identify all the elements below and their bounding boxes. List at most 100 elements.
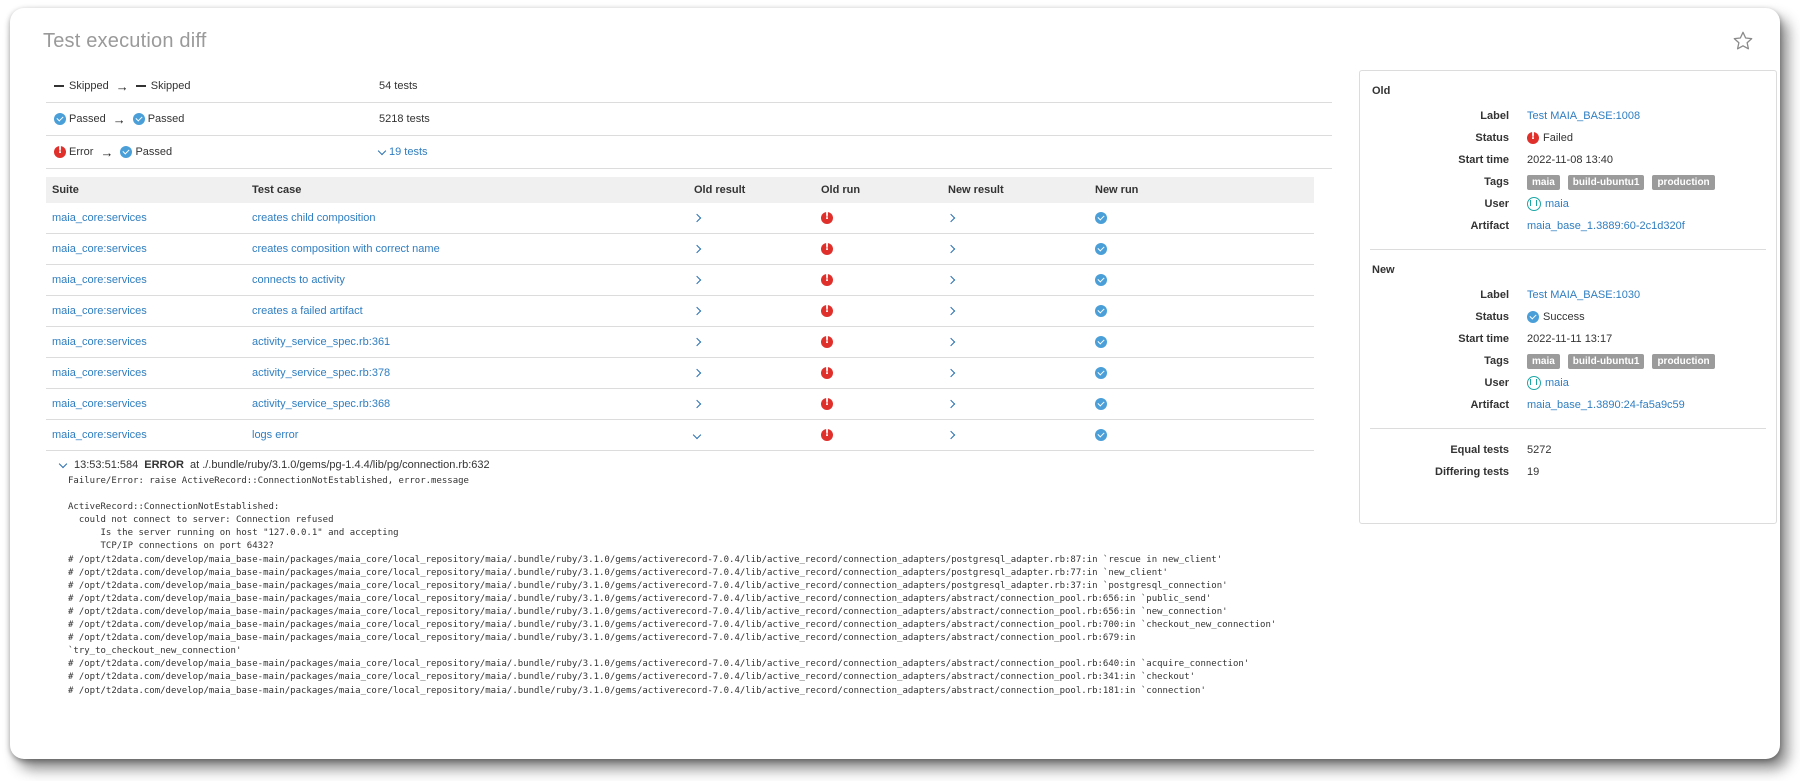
favorite-star-icon[interactable] xyxy=(1732,30,1754,52)
old-section-title: Old xyxy=(1372,85,1391,97)
log-header[interactable]: 13:53:51:584 ERROR at ./.bundle/ruby/3.1… xyxy=(58,457,1332,473)
col-test-case: Test case xyxy=(246,177,688,203)
new-artifact-link[interactable]: maia_base_1.3890:24-fa5a9c59 xyxy=(1527,399,1685,411)
transition: Passed → Passed xyxy=(54,112,184,127)
test-case-link[interactable]: creates a failed artifact xyxy=(252,305,363,317)
test-case-link[interactable]: activity_service_spec.rb:361 xyxy=(252,336,390,348)
passed-icon[interactable] xyxy=(1095,212,1107,225)
error-icon xyxy=(1527,131,1539,144)
test-case-link[interactable]: activity_service_spec.rb:378 xyxy=(252,367,390,379)
from-status: Error xyxy=(69,146,94,158)
expand-tests-link[interactable]: 19 tests xyxy=(377,146,428,158)
chevron-right-icon[interactable] xyxy=(692,244,702,254)
divider xyxy=(1370,249,1766,250)
col-new-result: New result xyxy=(942,177,1089,203)
test-case-link[interactable]: creates child composition xyxy=(252,212,376,224)
error-icon[interactable] xyxy=(821,242,833,256)
error-icon[interactable] xyxy=(821,397,833,411)
tags-key: Tags xyxy=(1484,355,1509,367)
arrow-right-icon: → xyxy=(112,111,126,127)
test-count: 19 tests xyxy=(389,146,428,158)
passed-icon xyxy=(54,113,66,125)
chevron-right-icon[interactable] xyxy=(946,306,956,316)
arrow-right-icon: → xyxy=(115,78,129,94)
tag-badge: build-ubuntu1 xyxy=(1567,353,1645,369)
suite-link[interactable]: maia_core:services xyxy=(52,274,147,286)
new-user-link[interactable]: maia xyxy=(1545,377,1569,389)
passed-icon xyxy=(120,146,133,158)
suite-link[interactable]: maia_core:services xyxy=(52,305,147,317)
error-icon[interactable] xyxy=(821,304,833,318)
chevron-right-icon[interactable] xyxy=(692,337,702,347)
log-time: 13:53:51:584 xyxy=(74,459,139,471)
suite-link[interactable]: maia_core:services xyxy=(52,367,147,379)
user-avatar-icon xyxy=(1527,376,1541,390)
old-artifact-link[interactable]: maia_base_1.3889:60-2c1d320f xyxy=(1527,220,1685,232)
error-icon[interactable] xyxy=(821,428,833,442)
col-old-run: Old run xyxy=(815,177,942,203)
col-suite: Suite xyxy=(46,177,246,203)
chevron-right-icon[interactable] xyxy=(692,399,702,409)
test-count: 54 tests xyxy=(379,80,418,92)
new-status-value: Success xyxy=(1543,311,1585,323)
chevron-right-icon[interactable] xyxy=(692,368,702,378)
test-case-link[interactable]: logs error xyxy=(252,429,298,441)
passed-icon[interactable] xyxy=(1095,243,1107,256)
page-title: Test execution diff xyxy=(43,30,207,52)
error-icon xyxy=(54,145,66,158)
passed-icon[interactable] xyxy=(1095,274,1107,287)
chevron-right-icon[interactable] xyxy=(692,275,702,285)
chevron-right-icon[interactable] xyxy=(946,275,956,285)
chevron-right-icon[interactable] xyxy=(946,399,956,409)
passed-icon[interactable] xyxy=(1095,305,1107,318)
old-label-link[interactable]: Test MAIA_BASE:1008 xyxy=(1527,110,1640,122)
log-location: at ./.bundle/ruby/3.1.0/gems/pg-1.4.4/li… xyxy=(189,459,490,471)
status-key: Status xyxy=(1475,311,1509,323)
artifact-key: Artifact xyxy=(1470,220,1509,232)
chevron-right-icon[interactable] xyxy=(946,213,956,223)
user-avatar-icon xyxy=(1527,197,1541,211)
chevron-down-icon[interactable] xyxy=(58,459,68,468)
suite-link[interactable]: maia_core:services xyxy=(52,398,147,410)
error-icon[interactable] xyxy=(821,273,833,287)
error-icon[interactable] xyxy=(821,366,833,380)
to-status: Passed xyxy=(135,146,173,158)
chevron-right-icon[interactable] xyxy=(692,306,702,316)
tag-badge: maia xyxy=(1527,174,1560,190)
equal-tests-value: 5272 xyxy=(1527,444,1552,456)
chevron-down-icon[interactable] xyxy=(692,430,702,440)
chevron-right-icon[interactable] xyxy=(946,337,956,347)
log-body: Failure/Error: raise ActiveRecord::Conne… xyxy=(68,476,1277,696)
artifact-key: Artifact xyxy=(1470,399,1509,411)
error-icon[interactable] xyxy=(821,335,833,349)
chevron-right-icon[interactable] xyxy=(946,368,956,378)
suite-link[interactable]: maia_core:services xyxy=(52,429,147,441)
label-key: Label xyxy=(1480,289,1509,301)
chevron-down-icon xyxy=(377,146,387,155)
chevron-right-icon[interactable] xyxy=(946,244,956,254)
equal-tests-key: Equal tests xyxy=(1450,444,1509,456)
suite-link[interactable]: maia_core:services xyxy=(52,243,147,255)
tests-table: Suite Test case Old result Old run New r… xyxy=(46,177,1314,451)
differing-tests-key: Differing tests xyxy=(1435,466,1509,478)
summary-row-passed: Passed → Passed 5218 tests xyxy=(46,103,1332,136)
old-user-link[interactable]: maia xyxy=(1545,198,1569,210)
passed-icon[interactable] xyxy=(1095,367,1107,380)
new-label-link[interactable]: Test MAIA_BASE:1030 xyxy=(1527,289,1640,301)
error-icon[interactable] xyxy=(821,211,833,225)
start-key: Start time xyxy=(1458,333,1509,345)
test-case-link[interactable]: activity_service_spec.rb:368 xyxy=(252,398,390,410)
test-case-link[interactable]: creates composition with correct name xyxy=(252,243,440,255)
test-case-link[interactable]: connects to activity xyxy=(252,274,345,286)
differing-tests-value: 19 xyxy=(1527,466,1540,478)
passed-icon[interactable] xyxy=(1095,429,1107,442)
suite-link[interactable]: maia_core:services xyxy=(52,336,147,348)
summary-row-error-passed: Error → Passed 19 tests xyxy=(46,136,1332,169)
chevron-right-icon[interactable] xyxy=(946,430,956,440)
suite-link[interactable]: maia_core:services xyxy=(52,212,147,224)
chevron-right-icon[interactable] xyxy=(692,213,702,223)
tag-badge: maia xyxy=(1527,353,1560,369)
passed-icon[interactable] xyxy=(1095,398,1107,411)
passed-icon[interactable] xyxy=(1095,336,1107,349)
old-details: Label Test MAIA_BASE:1008 Status Failed St… xyxy=(1360,105,1776,237)
